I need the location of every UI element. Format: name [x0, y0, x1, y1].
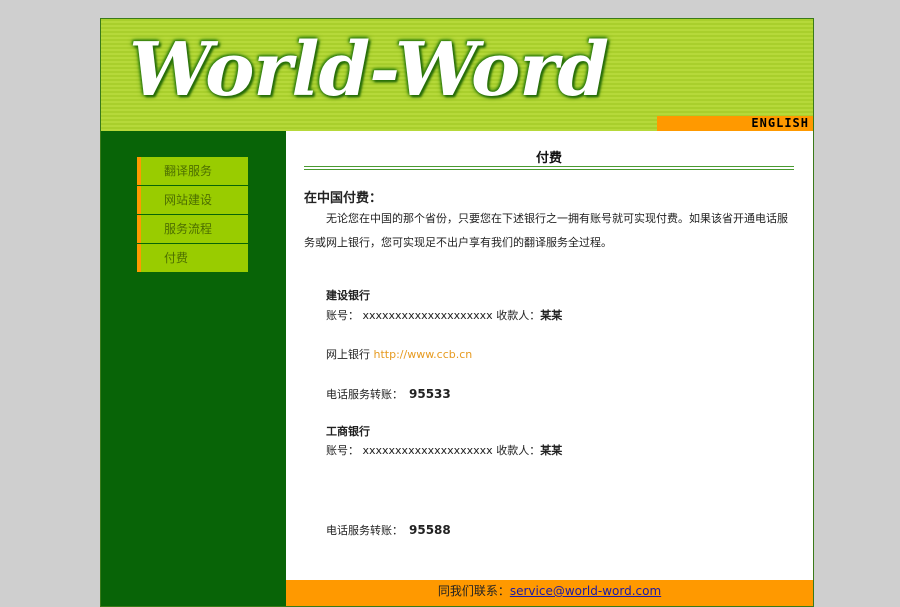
page-frame: World-Word ENGLISH 翻译服务 网站建设 服务流程 付费 付费 …: [100, 18, 814, 607]
section-heading: 在中国付费：: [304, 191, 383, 206]
title-divider: [304, 166, 794, 170]
phone-transfer-row-ccb: 电话服务转账： 95533: [326, 386, 451, 402]
bank-account-row-ccb: 账号： xxxxxxxxxxxxxxxxxxxx 收款人：某某: [326, 307, 562, 323]
site-logo: World-Word: [129, 27, 609, 113]
sidebar-item-service-process[interactable]: 服务流程: [137, 215, 248, 243]
site-header: World-Word ENGLISH: [101, 19, 813, 131]
english-link[interactable]: ENGLISH: [751, 116, 809, 131]
phone-label: 电话服务转账：: [326, 388, 403, 401]
site-footer: 同我们联系：service@world-word.com: [286, 580, 813, 606]
ebank-label: 网上银行: [326, 348, 370, 361]
bank-account-row-icbc: 账号： xxxxxxxxxxxxxxxxxxxx 收款人：某某: [326, 442, 562, 458]
payee-name: 某某: [540, 309, 563, 322]
phone-label: 电话服务转账：: [326, 524, 403, 537]
phone-number: 95533: [409, 387, 451, 401]
sidebar-item-web-building[interactable]: 网站建设: [137, 186, 248, 214]
payee-label: 收款人：: [496, 444, 541, 457]
payee-name: 某某: [540, 444, 563, 457]
contact-label: 同我们联系：: [437, 584, 510, 598]
phone-number: 95588: [409, 523, 451, 537]
page-title: 付费: [535, 151, 562, 166]
account-label: 账号：: [326, 444, 359, 457]
sidebar-nav: 翻译服务 网站建设 服务流程 付费: [137, 157, 248, 273]
sidebar-item-payment[interactable]: 付费: [137, 244, 248, 272]
payee-label: 收款人：: [496, 309, 541, 322]
bank-name-ccb: 建设银行: [326, 289, 370, 302]
bank-name-icbc: 工商银行: [326, 425, 370, 438]
account-number: xxxxxxxxxxxxxxxxxxxx: [362, 444, 493, 457]
ebank-link[interactable]: http://www.ccb.cn: [374, 348, 473, 361]
phone-transfer-row-icbc: 电话服务转账： 95588: [326, 522, 451, 538]
sidebar-item-translation[interactable]: 翻译服务: [137, 157, 248, 185]
language-bar: ENGLISH: [657, 116, 813, 131]
sidebar: 翻译服务 网站建设 服务流程 付费: [101, 131, 286, 606]
account-number: xxxxxxxxxxxxxxxxxxxx: [362, 309, 493, 322]
contact-email-link[interactable]: service@world-word.com: [510, 584, 661, 598]
main-content: 付费 在中国付费： 无论您在中国的那个省份，只要您在下述银行之一拥有账号就可实现…: [286, 131, 813, 580]
account-label: 账号：: [326, 309, 359, 322]
intro-paragraph: 无论您在中国的那个省份，只要您在下述银行之一拥有账号就可实现付费。如果该省开通电…: [304, 212, 788, 249]
ebank-row-ccb: 网上银行 http://www.ccb.cn: [326, 346, 472, 362]
